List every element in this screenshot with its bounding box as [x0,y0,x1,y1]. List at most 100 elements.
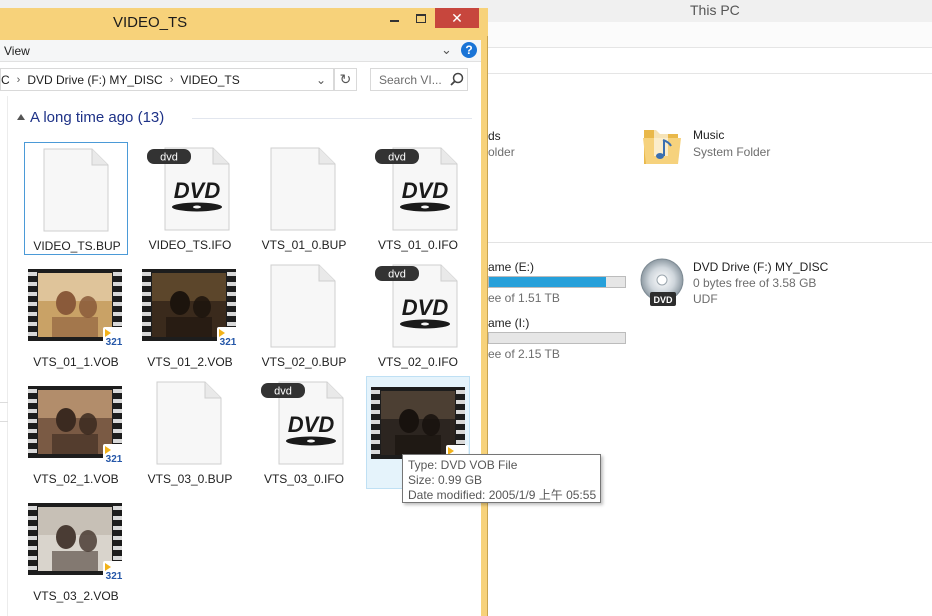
file-item[interactable]: dvd DVD VTS_01_0.IFO [366,142,470,255]
minimize-icon [389,20,399,22]
media-badge-text: 321 [106,454,123,464]
dvd-drive-badge: DVD [653,295,673,305]
drive-e-usage-bar [488,276,626,288]
minimize-button[interactable] [381,8,407,28]
file-item[interactable]: VTS_02_0.BUP [252,259,356,372]
drive-i[interactable]: ame (I:) ee of 2.15 TB [488,316,626,361]
background-ribbon [488,22,932,48]
close-icon: ✕ [451,9,463,26]
music-folder-icon [643,126,681,164]
file-name: VTS_02_1.VOB [33,472,119,486]
dvd-logo-text: DVD [288,412,335,437]
dvd-drive-icon: DVD [640,258,684,306]
menu-view[interactable]: View [4,44,30,58]
group-header[interactable]: A long time ago (13) [17,109,472,129]
dvd-tag-label: dvd [388,152,406,164]
group-label: A long time ago (13) [30,109,165,126]
file-item[interactable]: dvd DVD VTS_03_0.IFO [252,376,356,489]
file-item[interactable]: 321 VTS_01_2.VOB [138,259,242,372]
window-titlebar[interactable]: VIDEO_TS ✕ [0,8,488,36]
breadcrumb-dvd-drive[interactable]: DVD Drive (F:) MY_DISC [27,73,162,87]
maximize-button[interactable] [408,8,434,28]
blank-file-icon [270,147,336,231]
file-thumbnail: 321 [24,376,128,470]
media-player-badge-icon: 321 [103,444,125,464]
file-thumbnail: 321 [24,259,128,353]
dvd-tag-label: dvd [160,152,178,164]
file-item[interactable]: 321 VTS_01_1.VOB [24,259,128,372]
tooltip-date: Date modified: 2005/1/9 上午 05:55 [408,488,597,502]
file-thumbnail [138,376,242,470]
file-thumbnail: dvd DVD [252,376,356,470]
file-name: VTS_01_0.IFO [377,238,459,252]
background-folder-name: ds [488,129,501,143]
file-name: VIDEO_TS.BUP [33,239,121,253]
file-name: VIDEO_TS.IFO [148,238,232,252]
blank-file-icon [156,381,222,465]
media-player-badge-icon: 321 [217,327,239,347]
file-name: VTS_02_0.BUP [261,355,347,369]
background-folder-type: older [488,145,515,159]
breadcrumb-video-ts[interactable]: VIDEO_TS [180,73,239,87]
file-name: VTS_03_0.IFO [263,472,345,486]
music-folder-type: System Folder [693,145,771,159]
group-collapse-icon[interactable] [17,114,25,120]
background-folder-partial[interactable]: ds older [488,128,515,160]
refresh-button[interactable]: ↻ [334,68,357,91]
breadcrumb-chevron-icon[interactable]: › [10,74,28,86]
file-item[interactable]: VTS_03_0.BUP [138,376,242,489]
blank-file-icon [43,148,109,232]
file-thumbnail: dvd DVD [366,142,470,236]
file-item[interactable]: VIDEO_TS.BUP [24,142,128,255]
address-toolbar: C › DVD Drive (F:) MY_DISC › VIDEO_TS ⌄ … [0,62,481,96]
file-name: VTS_01_0.BUP [261,238,347,252]
file-name: VTS_02_0.IFO [377,355,459,369]
file-item[interactable]: dvd DVD VTS_02_0.IFO [366,259,470,372]
navigation-pane-splitter[interactable] [0,402,8,422]
background-address-bar [488,56,932,74]
search-icon[interactable] [449,71,465,87]
dvd-drive-filesystem: UDF [693,292,718,306]
dvd-file-icon: dvd DVD [375,147,458,231]
search-box[interactable] [370,68,468,91]
dvd-logo-text: DVD [402,295,449,320]
dvd-file-icon: dvd DVD [375,264,458,348]
close-button[interactable]: ✕ [435,8,479,28]
window-title: VIDEO_TS [113,14,188,31]
video-ts-window: VIDEO_TS ✕ View ⌄ ? C › DVD Drive (F:) M… [0,8,601,616]
navigation-pane-edge [0,96,8,616]
dvd-tag-label: dvd [274,386,292,398]
drive-e-usage-fill [489,277,606,287]
music-folder-name: Music [693,128,725,142]
address-bar[interactable]: C › DVD Drive (F:) MY_DISC › VIDEO_TS ⌄ [0,68,334,91]
search-input[interactable] [371,69,447,90]
drive-e-free: ee of 1.51 TB [488,291,560,305]
media-player-badge-icon: 321 [103,327,125,347]
ribbon-expand-icon[interactable]: ⌄ [441,42,452,58]
file-item[interactable]: dvd DVD VIDEO_TS.IFO [138,142,242,255]
file-thumbnail: 321 [138,259,242,353]
help-icon[interactable]: ? [461,42,477,58]
media-badge-text: 321 [106,571,123,581]
media-player-badge-icon: 321 [103,561,125,581]
drive-i-free: ee of 2.15 TB [488,347,560,361]
breadcrumb-chevron-icon[interactable]: › [163,74,181,86]
background-section-divider [488,242,932,243]
file-name: VTS_03_2.VOB [33,589,119,603]
dvd-drive-free: 0 bytes free of 3.58 GB [693,276,817,290]
file-item[interactable]: 321 VTS_02_1.VOB [24,376,128,489]
address-dropdown-icon[interactable]: ⌄ [316,73,326,87]
file-item[interactable]: VTS_01_0.BUP [252,142,356,255]
group-divider [192,118,472,119]
dvd-drive-name: DVD Drive (F:) MY_DISC [693,260,829,274]
dvd-file-icon: dvd DVD [147,147,230,231]
breadcrumb-pc[interactable]: C [1,73,10,87]
dvd-logo-text: DVD [402,178,449,203]
file-name: VTS_03_0.BUP [147,472,233,486]
file-name: VTS_01_1.VOB [33,355,119,369]
tooltip-type: Type: DVD VOB File [408,458,518,472]
maximize-icon [416,13,426,23]
media-badge-text: 321 [220,337,237,347]
file-item[interactable]: 321 VTS_03_2.VOB [24,493,128,606]
drive-e[interactable]: ame (E:) ee of 1.51 TB [488,260,626,305]
